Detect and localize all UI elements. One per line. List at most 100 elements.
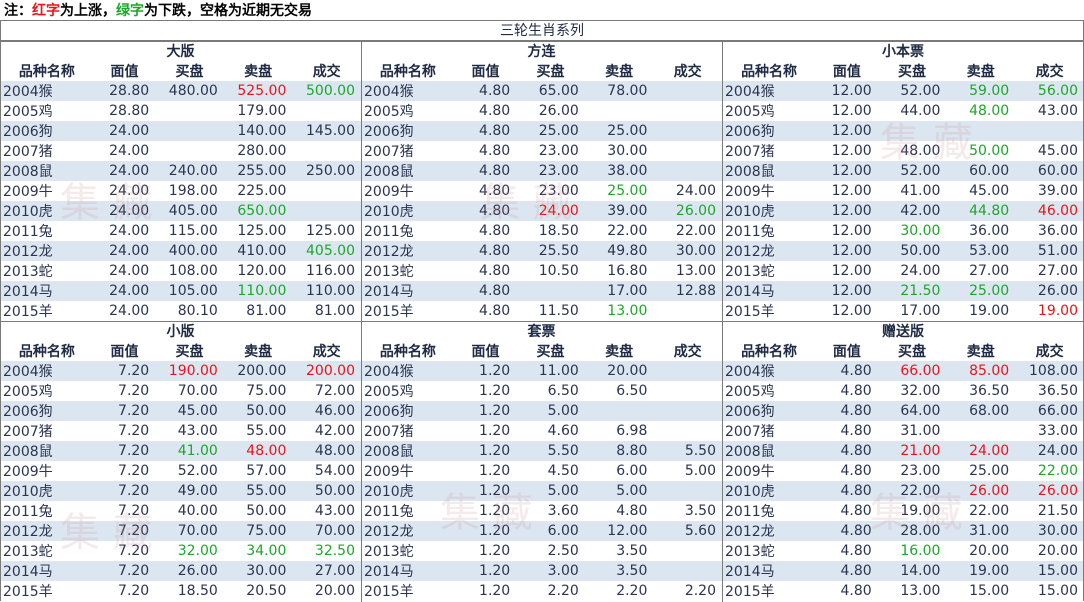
cell-bid: 43.00	[155, 421, 224, 441]
cell-face: 12.00	[816, 241, 878, 261]
cell-name: 2013蛇	[722, 261, 817, 281]
cell-ask: 20.00	[584, 361, 654, 381]
cell-face: 7.20	[93, 521, 156, 541]
cell-face: 28.80	[93, 101, 156, 121]
cell-ask: 179.00	[223, 101, 293, 121]
cell-face: 7.20	[93, 541, 156, 561]
column-header: 品种名称	[722, 61, 817, 81]
cell-face: 1.20	[454, 481, 517, 501]
cell-name: 2011兔	[0, 221, 94, 241]
cell-ask: 13.00	[584, 301, 654, 321]
cell-name: 2014马	[722, 561, 817, 581]
table-row: 2012龙 24.00 400.00 410.00 405.00	[0, 241, 361, 261]
table-row: 2006狗 24.00 140.00 145.00	[0, 121, 361, 141]
table-row: 2013蛇 4.80 16.00 20.00 20.00	[722, 541, 1084, 561]
column-header: 品种名称	[361, 61, 455, 81]
column-header: 卖盘	[223, 61, 293, 81]
table-row: 2007猪 4.80 31.00 33.00	[722, 421, 1084, 441]
cell-bid: 52.00	[877, 161, 947, 181]
table-row: 2009牛 1.20 4.50 6.00 5.00	[361, 461, 722, 481]
cell-deal	[653, 361, 722, 381]
cell-name: 2014马	[361, 561, 455, 581]
cell-ask: 25.00	[946, 281, 1016, 301]
cell-deal: 22.00	[653, 221, 722, 241]
column-header: 品种名称	[722, 341, 817, 361]
price-table: 品种名称 面值 买盘 卖盘 成交 2004猴 7.20 190.00 200.00 200.00 2…	[0, 341, 361, 601]
cell-bid: 23.00	[877, 461, 947, 481]
header-row: 品种名称 面值 买盘 卖盘 成交	[0, 341, 361, 361]
table-row: 2011兔 12.00 30.00 36.00 36.00	[722, 221, 1084, 241]
cell-name: 2009牛	[722, 461, 817, 481]
cell-bid: 24.00	[516, 201, 585, 221]
cell-face: 4.80	[454, 281, 517, 301]
cell-deal: 43.00	[1015, 101, 1084, 121]
cell-bid: 11.00	[516, 361, 585, 381]
cell-deal	[653, 561, 722, 581]
cell-face: 7.20	[93, 561, 156, 581]
cell-name: 2005鸡	[722, 381, 817, 401]
cell-bid: 26.00	[155, 561, 224, 581]
cell-bid: 66.00	[877, 361, 947, 381]
cell-face: 7.20	[93, 381, 156, 401]
cell-ask	[584, 401, 654, 421]
price-table: 品种名称 面值 买盘 卖盘 成交 2004猴 12.00 52.00 59.00 56.00 200…	[722, 61, 1084, 321]
cell-ask: 22.00	[584, 221, 654, 241]
cell-deal: 20.00	[292, 581, 361, 601]
cell-deal: 3.50	[653, 501, 722, 521]
column-header: 卖盘	[946, 341, 1016, 361]
cell-name: 2004猴	[0, 81, 94, 101]
section-5: 赠送版 品种名称 面值 买盘 卖盘 成交 2004猴 4.80 66.00 85.00 108.00…	[722, 321, 1084, 601]
cell-deal: 15.00	[1015, 581, 1084, 601]
cell-face: 4.80	[816, 481, 878, 501]
cell-bid: 65.00	[516, 81, 585, 101]
cell-face: 7.20	[93, 361, 156, 381]
cell-bid: 5.50	[516, 441, 585, 461]
cell-ask: 3.50	[584, 561, 654, 581]
cell-deal: 26.00	[1015, 481, 1084, 501]
cell-face: 4.80	[816, 561, 878, 581]
column-header: 面值	[454, 61, 517, 81]
cell-name: 2012龙	[361, 521, 455, 541]
cell-deal: 24.00	[653, 181, 722, 201]
cell-ask: 19.00	[946, 301, 1016, 321]
cell-deal: 72.00	[292, 381, 361, 401]
cell-name: 2013蛇	[361, 261, 455, 281]
table-row: 2006狗 1.20 5.00	[361, 401, 722, 421]
table-row: 2004猴 12.00 52.00 59.00 56.00	[722, 81, 1084, 101]
cell-deal: 81.00	[292, 301, 361, 321]
cell-bid: 198.00	[155, 181, 224, 201]
cell-face: 12.00	[816, 121, 878, 141]
cell-face: 24.00	[93, 201, 156, 221]
cell-ask: 59.00	[946, 81, 1016, 101]
cell-name: 2006狗	[0, 121, 94, 141]
cell-deal	[653, 541, 722, 561]
cell-ask: 125.00	[223, 221, 293, 241]
column-header: 成交	[1015, 341, 1084, 361]
cell-face: 24.00	[93, 241, 156, 261]
cell-bid: 52.00	[155, 461, 224, 481]
cell-name: 2004猴	[361, 81, 455, 101]
cell-ask: 68.00	[946, 401, 1016, 421]
column-header: 买盘	[877, 341, 947, 361]
cell-name: 2010虎	[361, 481, 455, 501]
column-header: 成交	[292, 61, 361, 81]
table-row: 2015羊 7.20 18.50 20.50 20.00	[0, 581, 361, 601]
cell-ask: 6.98	[584, 421, 654, 441]
cell-face: 4.80	[454, 261, 517, 281]
cell-bid: 11.50	[516, 301, 585, 321]
cell-ask: 3.50	[584, 541, 654, 561]
cell-name: 2009牛	[0, 181, 94, 201]
table-row: 2009牛 24.00 198.00 225.00	[0, 181, 361, 201]
cell-name: 2015羊	[361, 301, 455, 321]
cell-deal: 12.88	[653, 281, 722, 301]
cell-face: 24.00	[93, 281, 156, 301]
cell-name: 2004猴	[722, 81, 817, 101]
cell-name: 2006狗	[0, 401, 94, 421]
cell-ask: 140.00	[223, 121, 293, 141]
cell-deal	[1015, 121, 1084, 141]
table-row: 2008鼠 4.80 21.00 24.00 24.00	[722, 441, 1084, 461]
cell-ask: 44.80	[946, 201, 1016, 221]
cell-bid: 44.00	[877, 101, 947, 121]
cell-face: 7.20	[93, 581, 156, 601]
cell-bid: 52.00	[877, 81, 947, 101]
